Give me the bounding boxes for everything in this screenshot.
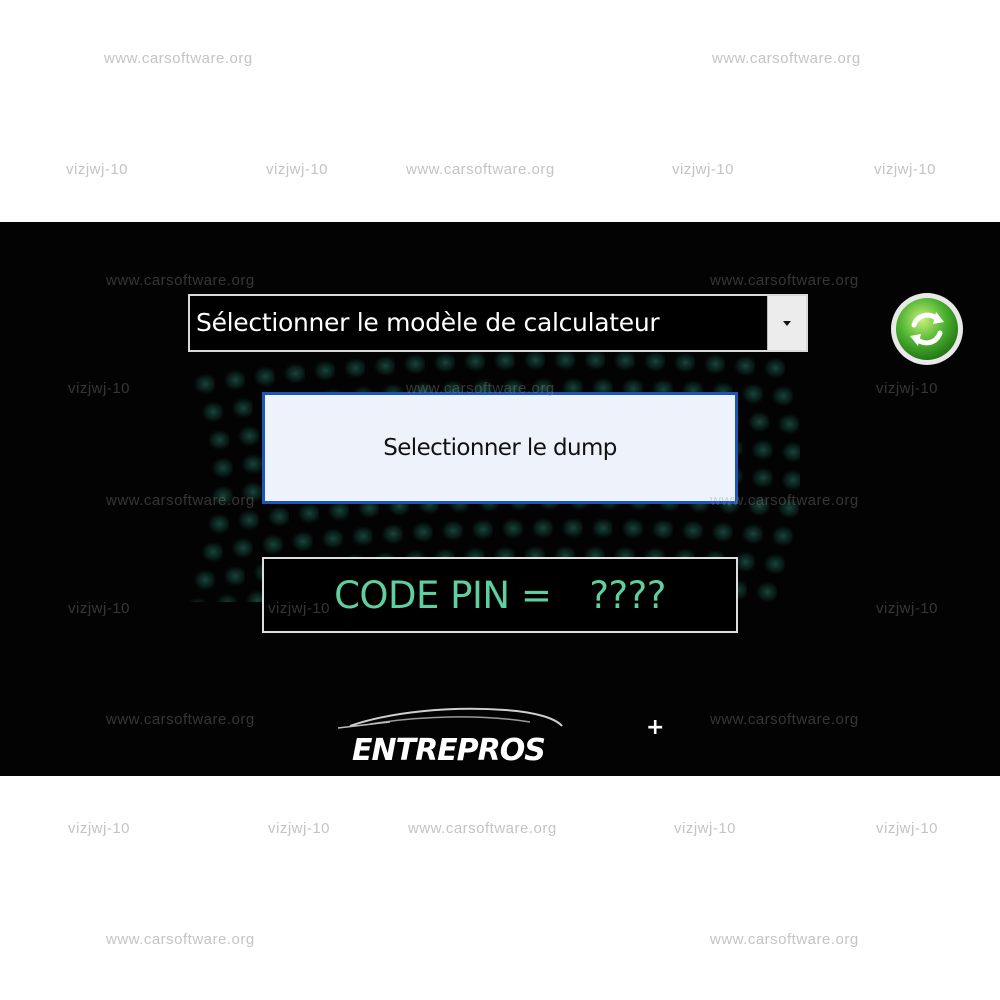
model-select-value: Sélectionner le modèle de calculateur bbox=[196, 308, 660, 337]
watermark-site: www.carsoftware.org bbox=[712, 50, 861, 67]
chevron-down-icon bbox=[783, 320, 791, 326]
watermark-site: www.carsoftware.org bbox=[710, 931, 859, 948]
watermark-site: www.carsoftware.org bbox=[104, 50, 253, 67]
pin-code-display: CODE PIN = ???? bbox=[262, 557, 738, 633]
refresh-icon bbox=[891, 293, 963, 365]
watermark-tag: vizjwj-10 bbox=[674, 820, 737, 837]
watermark-tag: vizjwj-10 bbox=[266, 161, 329, 178]
dropdown-arrow-button[interactable] bbox=[767, 296, 806, 350]
refresh-button[interactable] bbox=[888, 290, 966, 368]
watermark-tag: vizjwj-10 bbox=[66, 161, 129, 178]
logo-plus: + bbox=[646, 715, 664, 740]
select-dump-button[interactable]: Selectionner le dump bbox=[262, 392, 738, 504]
watermark-tag: vizjwj-10 bbox=[268, 820, 331, 837]
pin-code-label: CODE PIN = bbox=[334, 573, 552, 617]
watermark-site: www.carsoftware.org bbox=[408, 820, 557, 837]
pin-code-value: ???? bbox=[589, 573, 666, 617]
watermark-tag: vizjwj-10 bbox=[672, 161, 735, 178]
logo-text: ENTREPROS bbox=[352, 733, 545, 768]
watermark-site: www.carsoftware.org bbox=[406, 161, 555, 178]
watermark-tag: vizjwj-10 bbox=[876, 820, 939, 837]
app-window: Sélectionner le modèle de calculateur Se… bbox=[0, 222, 1000, 776]
watermark-site: www.carsoftware.org bbox=[106, 931, 255, 948]
watermark-tag: vizjwj-10 bbox=[68, 820, 131, 837]
model-select[interactable]: Sélectionner le modèle de calculateur bbox=[188, 294, 808, 352]
entrepros-logo: ENTREPROS + bbox=[337, 707, 664, 768]
watermark-tag: vizjwj-10 bbox=[874, 161, 937, 178]
